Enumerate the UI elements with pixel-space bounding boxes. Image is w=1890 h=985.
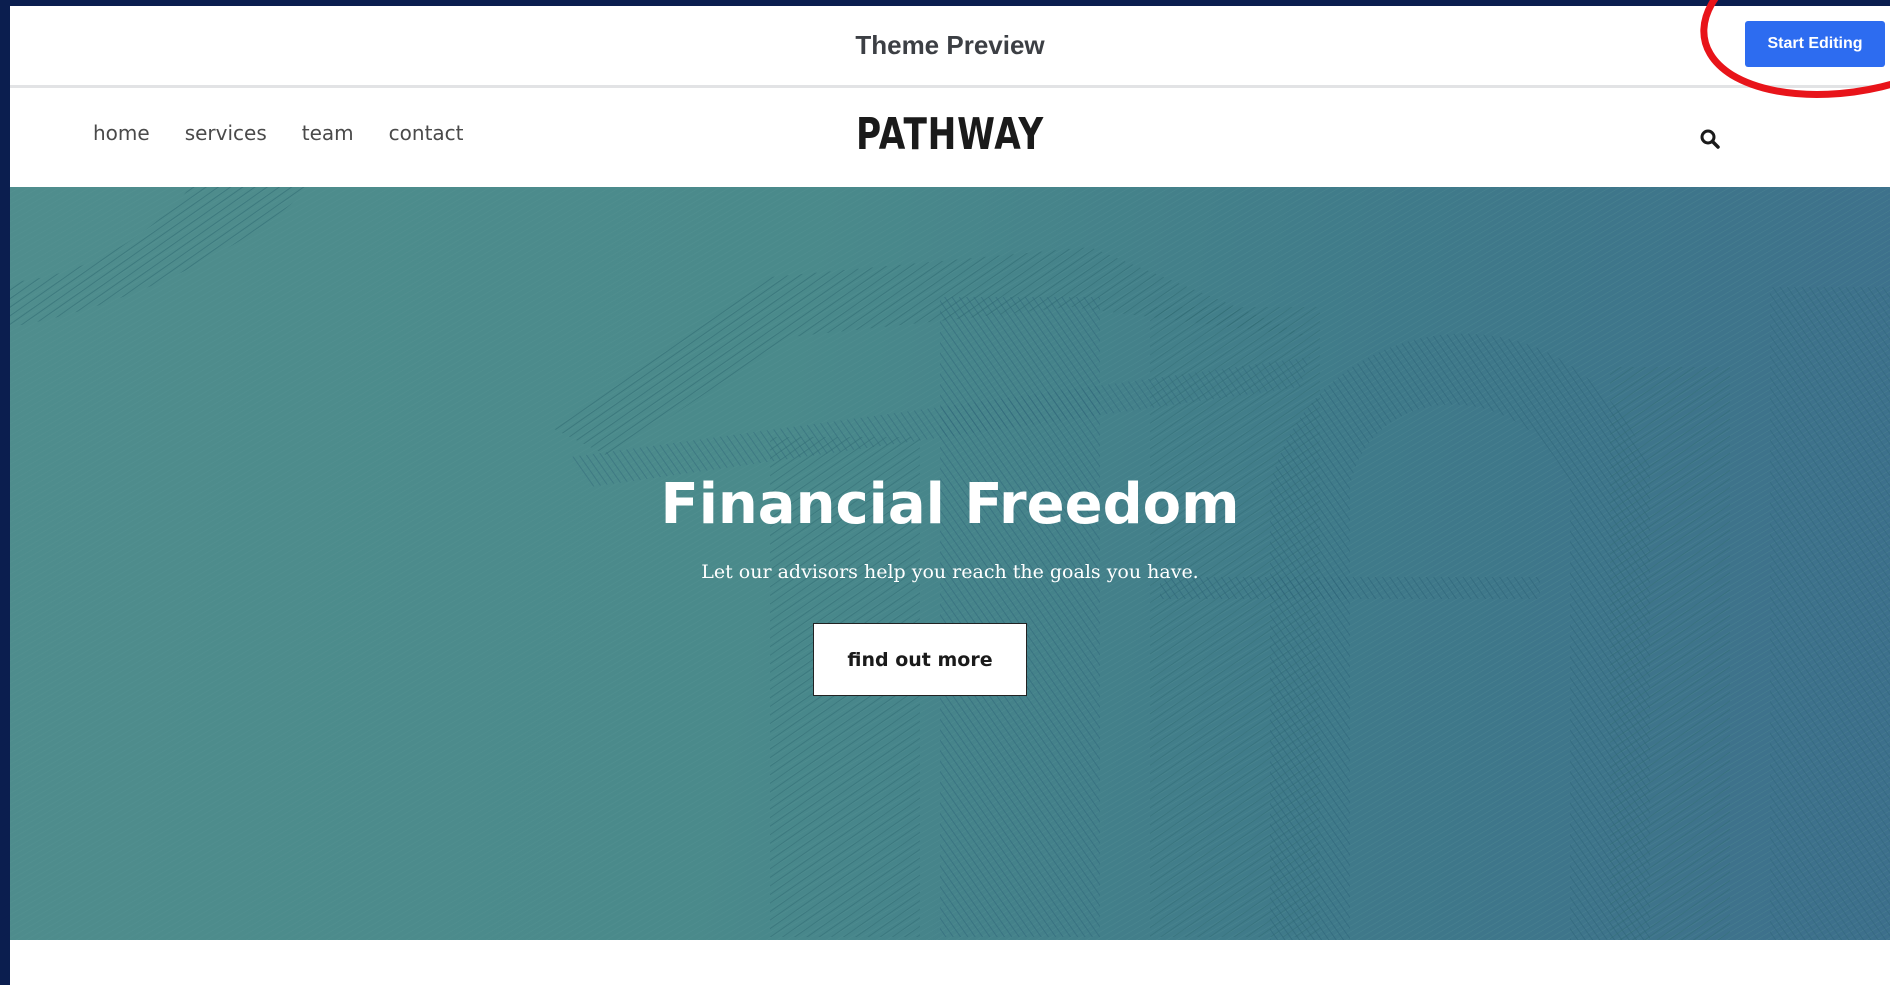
- hero-title: Financial Freedom: [660, 472, 1240, 537]
- browser-page: Theme Preview Start Editing home service…: [10, 6, 1890, 985]
- find-out-more-button[interactable]: find out more: [813, 623, 1027, 696]
- site-logo[interactable]: PATHWAY: [217, 109, 1683, 160]
- page-content-below-hero: [10, 940, 1890, 985]
- search-icon: [1700, 129, 1720, 149]
- start-editing-button[interactable]: Start Editing: [1745, 21, 1885, 67]
- hero-subtitle: Let our advisors help you reach the goal…: [701, 561, 1199, 583]
- preview-bar: Theme Preview Start Editing: [10, 6, 1890, 88]
- preview-title: Theme Preview: [855, 30, 1045, 60]
- site-header: home services team contact PATHWAY: [10, 91, 1890, 187]
- hero-section: Financial Freedom Let our advisors help …: [10, 187, 1890, 940]
- search-button[interactable]: [1698, 127, 1722, 151]
- nav-link-home[interactable]: home: [93, 121, 150, 145]
